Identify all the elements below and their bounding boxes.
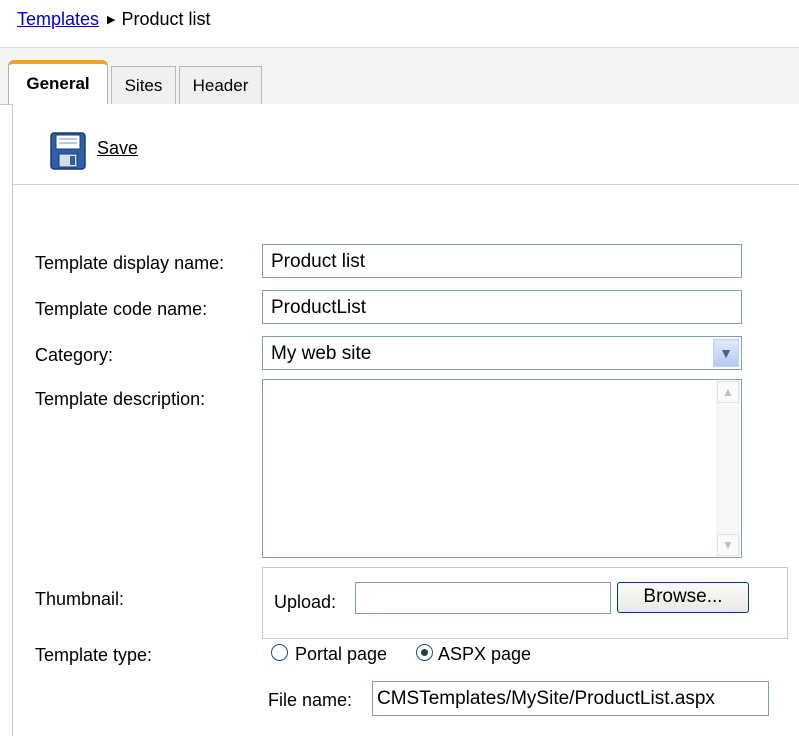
- display-name-input[interactable]: Product list: [262, 244, 742, 278]
- chevron-right-icon: ▶: [107, 14, 116, 26]
- breadcrumb-current: Product list: [121, 9, 211, 29]
- category-select[interactable]: My web site ▼: [262, 336, 742, 370]
- description-label: Template description:: [35, 389, 206, 409]
- code-name-input[interactable]: ProductList: [262, 290, 742, 324]
- radio-aspx-page[interactable]: [416, 644, 433, 661]
- breadcrumb: Templates ▶ Product list: [17, 9, 211, 30]
- radio-portal-page[interactable]: [271, 644, 288, 661]
- thumbnail-upload-panel: Upload: Browse...: [262, 567, 788, 639]
- display-name-label: Template display name:: [35, 253, 225, 273]
- tab-general[interactable]: General: [8, 60, 108, 105]
- upload-label: Upload:: [274, 592, 337, 612]
- upload-file-input[interactable]: [355, 582, 611, 614]
- tab-header[interactable]: Header: [179, 66, 262, 104]
- scroll-up-icon[interactable]: ▲: [717, 381, 739, 403]
- radio-selected-dot: [421, 649, 428, 656]
- code-name-label: Template code name:: [35, 299, 208, 319]
- scroll-down-icon[interactable]: ▼: [717, 534, 739, 556]
- radio-portal-page-label[interactable]: Portal page: [295, 644, 387, 665]
- tab-general-label: General: [26, 74, 90, 93]
- radio-aspx-page-label[interactable]: ASPX page: [438, 644, 531, 665]
- browse-button[interactable]: Browse...: [617, 582, 749, 613]
- general-tab-panel: Save Template display name: Product list…: [12, 104, 799, 736]
- floppy-disk-icon[interactable]: [50, 132, 86, 170]
- toolbar: Save: [13, 104, 799, 185]
- thumbnail-label: Thumbnail:: [35, 589, 125, 609]
- file-name-label: File name:: [268, 690, 353, 710]
- file-name-input[interactable]: CMSTemplates/MySite/ProductList.aspx: [372, 681, 769, 716]
- tab-bar: General Sites Header: [0, 47, 799, 105]
- save-button[interactable]: Save: [97, 138, 138, 159]
- tab-sites-label: Sites: [124, 76, 163, 95]
- template-type-label: Template type:: [35, 645, 153, 665]
- category-label: Category:: [35, 345, 114, 365]
- category-selected-value: My web site: [271, 343, 372, 364]
- description-textarea[interactable]: ▲ ▼: [262, 379, 742, 558]
- chevron-down-icon[interactable]: ▼: [713, 339, 739, 367]
- tab-header-label: Header: [192, 76, 249, 95]
- tab-sites[interactable]: Sites: [111, 66, 176, 104]
- description-scrollbar[interactable]: ▲ ▼: [716, 381, 740, 556]
- breadcrumb-link-templates[interactable]: Templates: [17, 9, 99, 29]
- file-name-value: CMSTemplates/MySite/ProductList.aspx: [377, 688, 715, 709]
